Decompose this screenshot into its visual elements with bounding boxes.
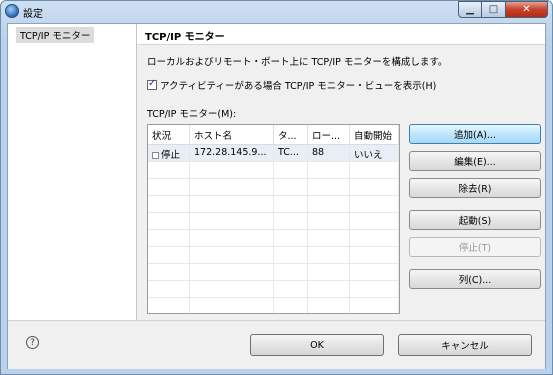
- cell-status: 停止: [148, 145, 190, 161]
- show-view-checkbox-row[interactable]: アクティビティーがある場合 TCP/IP モニター・ビューを表示(H): [147, 78, 436, 92]
- preference-tree: TCP/IP モニター: [8, 24, 137, 320]
- table-header: 状況 ホスト名 タ... ロー... 自動開始: [148, 125, 399, 145]
- empty-row: [148, 230, 399, 247]
- maximize-button[interactable]: □: [482, 1, 506, 18]
- cell-type: TC...: [274, 145, 308, 161]
- stopped-status-icon: [152, 152, 159, 159]
- maximize-icon: □: [488, 4, 499, 15]
- column-header-autostart[interactable]: 自動開始: [350, 125, 399, 144]
- dialog-footer: ? OK キャンセル: [8, 320, 545, 369]
- page-header: TCP/IP モニター: [137, 24, 545, 45]
- close-icon: ✕: [522, 4, 531, 15]
- empty-row: [148, 264, 399, 281]
- empty-row: [148, 298, 399, 313]
- stop-button[interactable]: 停止(T): [409, 237, 541, 257]
- tree-item-tcpip-monitor[interactable]: TCP/IP モニター: [16, 27, 95, 43]
- empty-row: [148, 179, 399, 196]
- page-title: TCP/IP モニター: [145, 32, 225, 43]
- preference-page: TCP/IP モニター ローカルおよびリモート・ポート上に TCP/IP モニタ…: [137, 24, 545, 320]
- minimize-icon: ▁: [466, 4, 474, 15]
- title-bar[interactable]: 設定 ▁ □ ✕: [1, 1, 552, 23]
- cell-autostart: いいえ: [350, 145, 399, 161]
- app-icon: [5, 4, 19, 18]
- empty-row: [148, 196, 399, 213]
- column-header-status[interactable]: 状況: [148, 125, 190, 144]
- monitor-table[interactable]: 状況 ホスト名 タ... ロー... 自動開始 停止 172.28.145.9.…: [147, 124, 400, 314]
- close-button[interactable]: ✕: [506, 1, 548, 18]
- cell-status-text: 停止: [161, 150, 181, 161]
- caption-buttons: ▁ □ ✕: [458, 1, 548, 19]
- table-row[interactable]: 停止 172.28.145.9... TC... 88 いいえ: [148, 145, 399, 162]
- help-icon[interactable]: ?: [26, 336, 39, 349]
- minimize-button[interactable]: ▁: [458, 1, 482, 18]
- start-button[interactable]: 起動(S): [409, 210, 541, 230]
- column-header-type[interactable]: タ...: [274, 125, 308, 144]
- settings-window: 設定 ▁ □ ✕ TCP/IP モニター TCP/IP モニター ローカルおよび…: [0, 0, 553, 375]
- empty-row: [148, 162, 399, 179]
- cell-port: 88: [308, 145, 350, 161]
- remove-button[interactable]: 除去(R): [409, 178, 541, 198]
- edit-button[interactable]: 編集(E)...: [409, 151, 541, 171]
- column-header-port[interactable]: ロー...: [308, 125, 350, 144]
- cell-host: 172.28.145.9...: [190, 145, 274, 161]
- cancel-button[interactable]: キャンセル: [398, 334, 532, 356]
- dialog-client: TCP/IP モニター TCP/IP モニター ローカルおよびリモート・ポート上…: [7, 23, 546, 369]
- show-view-checkbox[interactable]: [147, 78, 157, 90]
- page-description: ローカルおよびリモート・ポート上に TCP/IP モニターを構成します。: [147, 57, 448, 68]
- columns-button[interactable]: 列(C)...: [409, 269, 541, 289]
- monitor-list-label: TCP/IP モニター(M):: [147, 109, 237, 120]
- empty-row: [148, 281, 399, 298]
- window-title: 設定: [23, 9, 43, 20]
- empty-row: [148, 213, 399, 230]
- show-view-checkbox-label: アクティビティーがある場合 TCP/IP モニター・ビューを表示(H): [160, 81, 437, 92]
- column-header-host[interactable]: ホスト名: [190, 125, 274, 144]
- empty-row: [148, 247, 399, 264]
- ok-button[interactable]: OK: [250, 334, 384, 356]
- add-button[interactable]: 追加(A)...: [409, 124, 541, 144]
